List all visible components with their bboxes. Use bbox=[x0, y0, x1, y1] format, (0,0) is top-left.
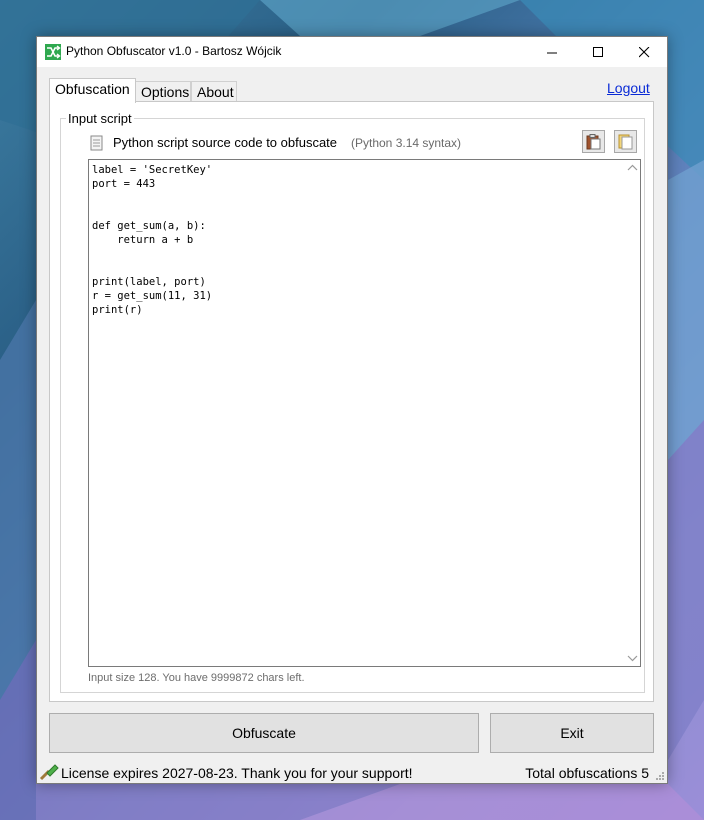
tab-about[interactable]: About bbox=[191, 81, 237, 101]
tab-options[interactable]: Options bbox=[135, 81, 191, 101]
close-button[interactable] bbox=[621, 37, 667, 67]
maximize-icon bbox=[592, 46, 603, 57]
tab-obfuscation[interactable]: Obfuscation bbox=[49, 78, 136, 103]
document-icon bbox=[90, 135, 103, 151]
input-size-text: Input size 128. You have 9999872 chars l… bbox=[88, 672, 305, 684]
source-code-label: Python script source code to obfuscate bbox=[113, 135, 338, 150]
code-line: label = 'SecretKey' bbox=[92, 164, 213, 176]
resize-grip-icon[interactable] bbox=[655, 771, 665, 781]
minimize-button[interactable] bbox=[529, 37, 575, 67]
app-window: Python Obfuscator v1.0 - Bartosz Wójcik … bbox=[36, 36, 668, 784]
window-title: Python Obfuscator v1.0 - Bartosz Wójcik bbox=[66, 44, 282, 58]
code-line: port = 443 bbox=[92, 178, 156, 190]
open-file-icon bbox=[618, 134, 633, 149]
status-bar: License expires 2027-08-23. Thank you fo… bbox=[37, 761, 667, 783]
license-key-icon bbox=[39, 764, 59, 781]
exit-button[interactable]: Exit bbox=[490, 713, 654, 753]
code-line: def get_sum(a, b): bbox=[92, 220, 206, 232]
code-line: print(label, port) bbox=[92, 276, 206, 288]
logout-link[interactable]: Logout bbox=[607, 80, 650, 96]
code-line: r = get_sum(11, 31) bbox=[92, 290, 213, 302]
minimize-icon bbox=[546, 52, 557, 53]
code-line: return a + b bbox=[92, 234, 194, 246]
code-line: print(r) bbox=[92, 304, 143, 316]
obfuscation-panel: Input script Python script source code t… bbox=[49, 101, 654, 702]
syntax-label: (Python 3.14 syntax) bbox=[351, 136, 462, 150]
vertical-scrollbar[interactable] bbox=[624, 160, 640, 666]
scroll-down-icon[interactable] bbox=[627, 655, 638, 662]
total-obfuscations: Total obfuscations 5 bbox=[525, 765, 649, 781]
paste-button[interactable] bbox=[582, 130, 605, 153]
obfuscate-button[interactable]: Obfuscate bbox=[49, 713, 479, 753]
scroll-up-icon[interactable] bbox=[627, 164, 638, 171]
title-bar[interactable]: Python Obfuscator v1.0 - Bartosz Wójcik bbox=[37, 37, 667, 67]
code-editor[interactable]: label = 'SecretKey' port = 443 def get_s… bbox=[88, 159, 641, 667]
open-file-button[interactable] bbox=[614, 130, 637, 153]
license-text: License expires 2027-08-23. Thank you fo… bbox=[61, 765, 413, 781]
close-icon bbox=[638, 46, 649, 57]
maximize-button[interactable] bbox=[575, 37, 621, 67]
clipboard-paste-icon bbox=[586, 133, 601, 149]
input-script-label: Input script bbox=[66, 111, 134, 126]
shuffle-icon bbox=[45, 44, 61, 60]
